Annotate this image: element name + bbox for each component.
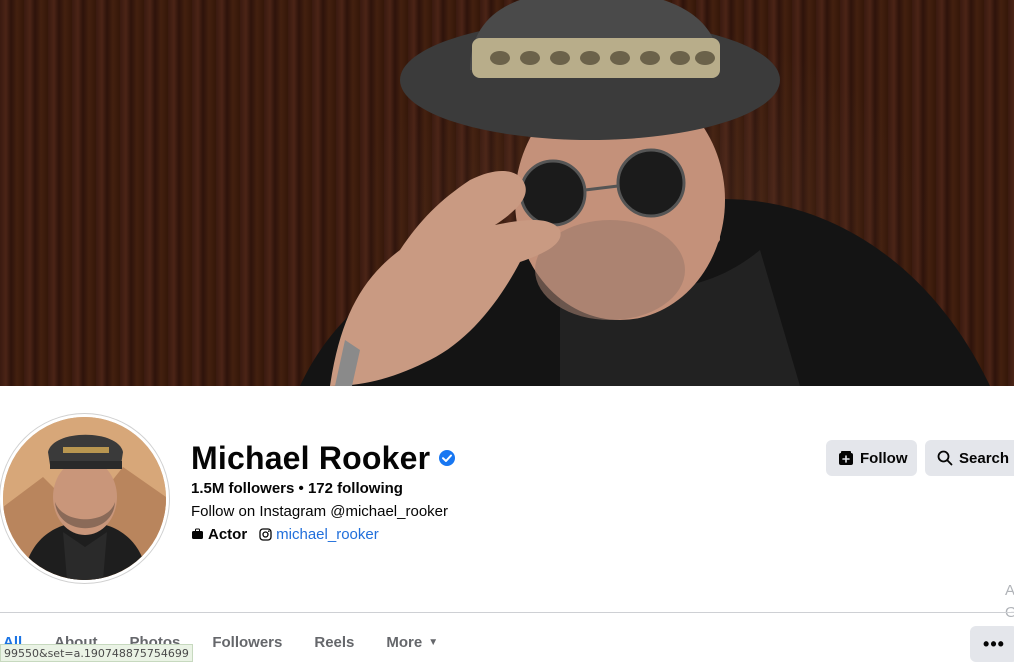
search-icon	[937, 450, 953, 466]
tab-followers[interactable]: Followers	[196, 622, 298, 662]
browser-status-bar: 99550&set=a.190748875754699	[0, 644, 193, 662]
profile-name: Michael Rooker	[191, 439, 431, 476]
instagram-link[interactable]: michael_rooker	[276, 526, 379, 543]
briefcase-icon	[191, 528, 204, 541]
instagram-item[interactable]: michael_rooker	[259, 526, 379, 543]
tabs-divider	[0, 612, 1014, 613]
tab-reels[interactable]: Reels	[298, 622, 370, 662]
tab-more[interactable]: More ▼	[370, 622, 454, 662]
side-letter: A	[1005, 582, 1014, 599]
profile-name-row: Michael Rooker	[191, 437, 456, 479]
cover-photo[interactable]	[0, 0, 1014, 386]
follow-button-label: Follow	[860, 449, 908, 467]
follower-stats[interactable]: 1.5M followers • 172 following	[191, 480, 403, 497]
profile-avatar[interactable]	[0, 414, 169, 583]
category-item: Actor	[191, 526, 247, 543]
verified-badge-icon[interactable]	[438, 449, 456, 467]
tab-label: Reels	[314, 633, 355, 651]
tab-label: Followers	[212, 633, 283, 651]
side-letter: G	[1005, 602, 1014, 624]
profile-meta: Actor michael_rooker	[191, 526, 379, 543]
search-button-label: Search	[959, 449, 1010, 467]
category-label: Actor	[208, 526, 248, 543]
instagram-icon	[259, 528, 272, 541]
tab-label: More	[386, 633, 423, 651]
profile-intro: Follow on Instagram @michael_rooker	[191, 503, 448, 520]
follow-button[interactable]: Follow	[826, 440, 917, 476]
search-button[interactable]: Search	[925, 440, 1014, 476]
more-options-button[interactable]: •••	[970, 626, 1014, 662]
follow-page-icon	[838, 450, 854, 466]
side-truncated-text: A G	[1005, 580, 1014, 624]
avatar-illustration	[3, 417, 166, 580]
caret-down-icon: ▼	[428, 636, 439, 648]
cover-photo-illustration	[300, 0, 990, 386]
